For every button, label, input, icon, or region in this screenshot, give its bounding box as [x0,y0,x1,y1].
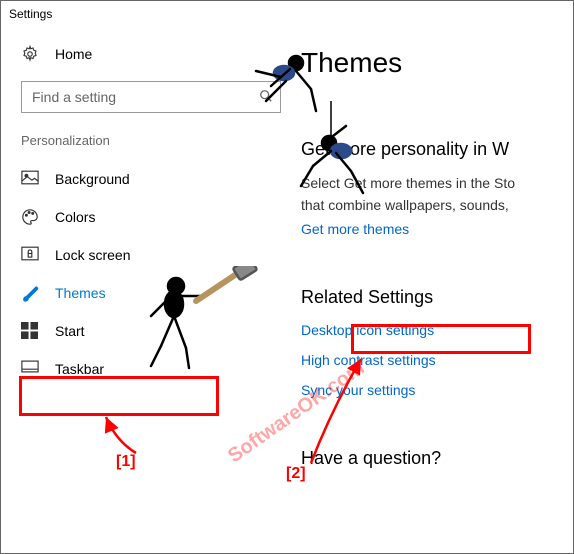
personality-heading: Get more personality in W [301,139,573,160]
sidebar-item-start[interactable]: Start [21,312,281,350]
sidebar-item-label: Start [55,323,85,339]
lockscreen-icon [21,246,39,264]
sidebar-item-taskbar[interactable]: Taskbar [21,350,281,388]
home-button[interactable]: Home [21,37,291,81]
search-icon [259,89,273,103]
personality-body: Select Get more themes in the Sto [301,174,573,194]
sidebar-item-label: Background [55,171,130,187]
sync-settings-link[interactable]: Sync your settings [301,382,573,398]
main-area: Home Personalization Background Colors [1,27,573,549]
sidebar-item-lockscreen[interactable]: Lock screen [21,236,281,274]
taskbar-icon [21,360,39,378]
sidebar: Home Personalization Background Colors [1,27,291,549]
home-label: Home [55,46,92,62]
titlebar: Settings [1,1,573,27]
personality-body: that combine wallpapers, sounds, [301,196,573,216]
search-field-wrap [21,81,291,113]
get-more-themes-link[interactable]: Get more themes [301,221,573,237]
sidebar-item-label: Taskbar [55,361,104,377]
palette-icon [21,208,39,226]
page-title: Themes [301,47,573,79]
sidebar-item-colors[interactable]: Colors [21,198,281,236]
question-heading: Have a question? [301,448,573,469]
sidebar-item-themes[interactable]: Themes [21,274,281,312]
desktop-icon-settings-link[interactable]: Desktop icon settings [301,322,573,338]
sidebar-item-label: Themes [55,285,106,301]
window-title: Settings [9,7,52,21]
related-settings-heading: Related Settings [301,287,573,308]
sidebar-item-label: Colors [55,209,95,225]
high-contrast-settings-link[interactable]: High contrast settings [301,352,573,368]
start-icon [21,322,39,340]
brush-icon [21,284,39,302]
content-area: Themes Get more personality in W Select … [291,27,573,549]
search-input[interactable] [21,81,281,113]
section-label: Personalization [21,133,291,148]
sidebar-item-label: Lock screen [55,247,130,263]
picture-icon [21,170,39,188]
gear-icon [21,45,39,63]
sidebar-item-background[interactable]: Background [21,160,281,198]
